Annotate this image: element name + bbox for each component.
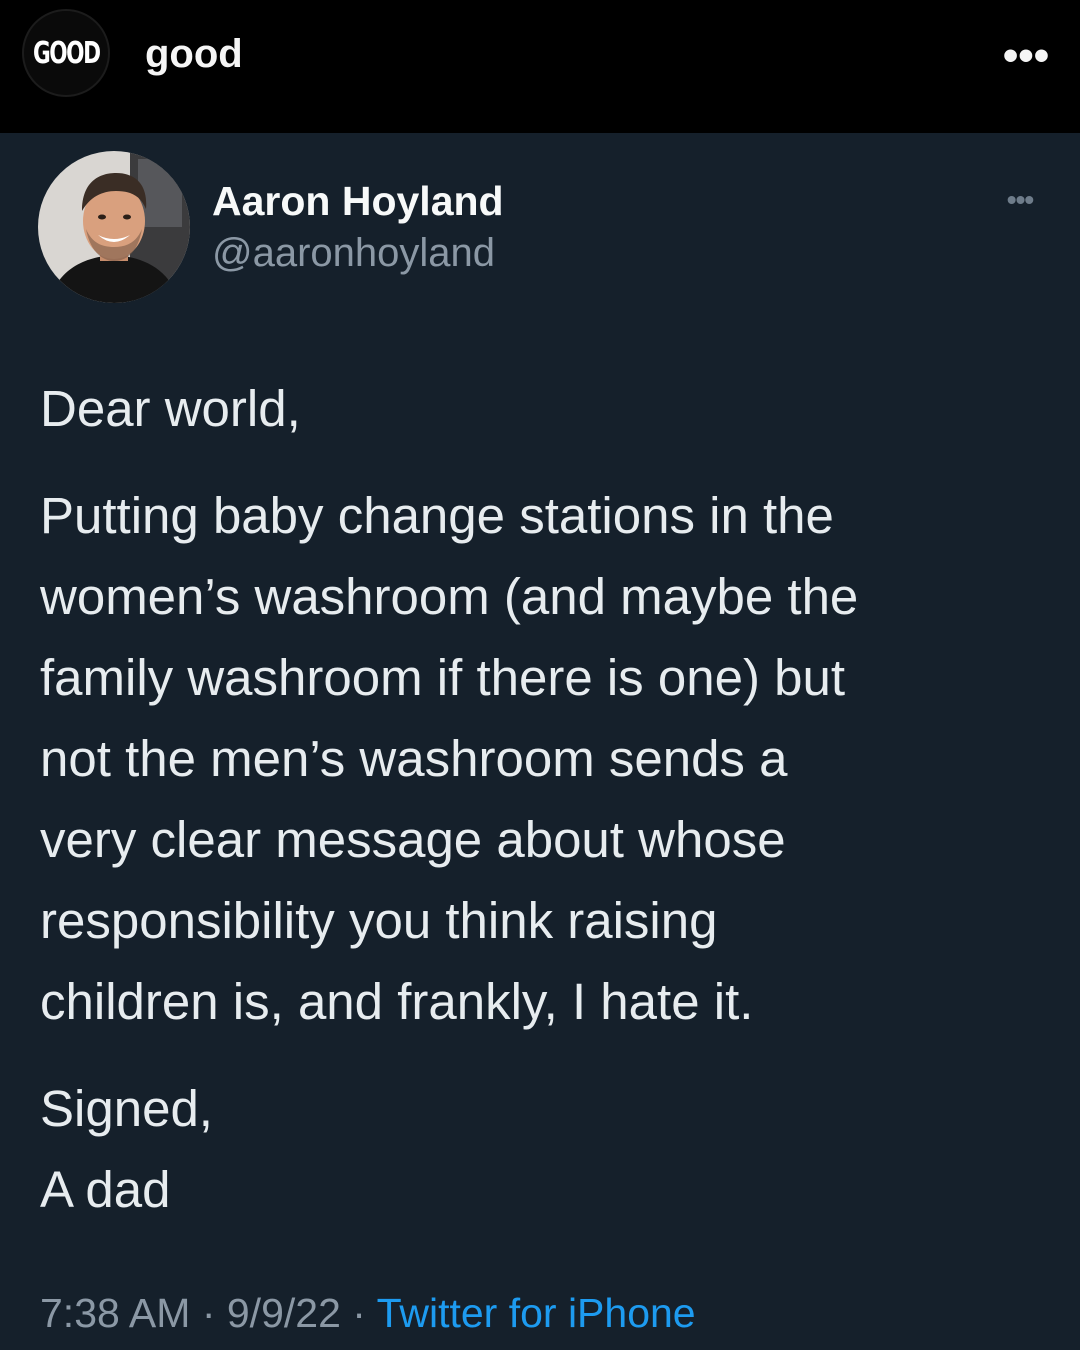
meta-separator: · [340,1290,377,1336]
tweet-sign-off: Signed, A dad [40,1080,213,1218]
more-options-icon[interactable]: ••• [994,30,1058,82]
tweet-more-icon[interactable]: ••• [990,180,1050,220]
tweet-metadata: 7:38 AM · 9/9/22 · Twitter for iPhone [40,1286,696,1340]
author-photo [38,151,190,303]
tweet-author-name[interactable]: Aaron Hoyland [212,177,504,225]
tweet-greeting: Dear world, [40,380,301,437]
good-logo: GOOD [32,35,101,71]
tweet-source-link[interactable]: Twitter for iPhone [377,1290,696,1336]
tweet-date: 9/9/22 [226,1290,341,1336]
account-avatar[interactable]: GOOD [22,9,110,97]
instagram-post: GOOD good ••• Aaron Hoyland @aaronhoylan… [0,0,1080,1350]
meta-separator: · [190,1290,227,1336]
tweet-author-handle[interactable]: @aaronhoyland [212,229,495,277]
instagram-post-header: GOOD good ••• [0,0,1080,133]
tweet-text: Dear world, Putting baby change stations… [40,368,1050,1230]
account-username[interactable]: good [145,30,243,78]
tweet-time: 7:38 AM [40,1290,191,1336]
tweet-author-avatar[interactable] [38,151,190,303]
tweet-main-paragraph: Putting baby change stations in the wome… [40,487,859,1030]
